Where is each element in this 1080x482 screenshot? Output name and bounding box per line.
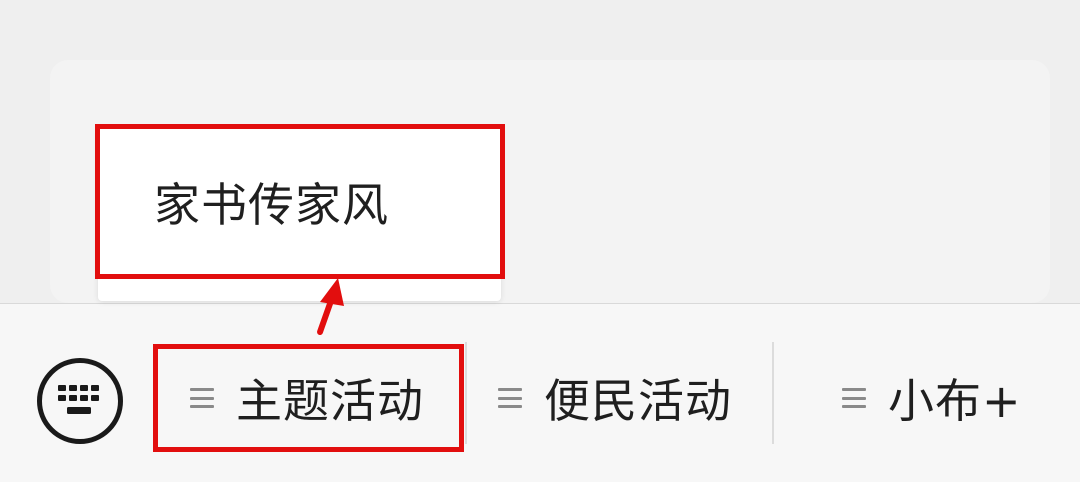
- menu-lines-icon: [842, 388, 866, 408]
- submenu-item-label: 家书传家风: [154, 178, 389, 232]
- tab-divider: [772, 342, 774, 444]
- keyboard-icon: [58, 385, 99, 414]
- submenu-item-jiashu[interactable]: 家书传家风: [98, 128, 501, 276]
- menu-lines-icon: [498, 388, 522, 408]
- tab-divider: [465, 342, 467, 444]
- tab-convenience-activity[interactable]: 便民活动: [498, 345, 732, 451]
- tab-label: 便民活动: [544, 374, 732, 428]
- tab-theme-activity[interactable]: 主题活动: [190, 345, 424, 451]
- menu-lines-icon: [190, 388, 214, 408]
- tab-label: 主题活动: [236, 374, 424, 428]
- tab-xiaobu-plus[interactable]: 小布+: [842, 345, 1022, 451]
- keyboard-toggle-button[interactable]: [37, 358, 123, 444]
- tab-label: 小布+: [888, 374, 1022, 428]
- arrow-up-icon: [317, 278, 344, 335]
